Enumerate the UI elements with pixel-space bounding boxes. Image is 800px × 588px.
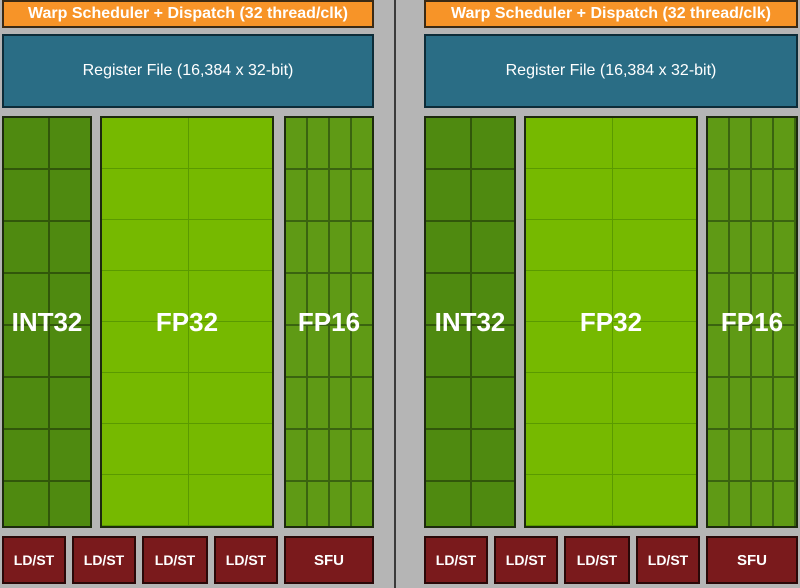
warp-scheduler-dispatch: Warp Scheduler + Dispatch (32 thread/clk… (424, 0, 798, 28)
sfu-unit: SFU (284, 536, 374, 584)
sfu-unit: SFU (706, 536, 798, 584)
fp16-label: FP16 (720, 306, 784, 337)
fp16-unit: FP16 (284, 116, 374, 528)
register-file: Register File (16,384 x 32-bit) (2, 34, 374, 108)
sm-partition-right: Warp Scheduler + Dispatch (32 thread/clk… (400, 0, 800, 588)
fp16-unit: FP16 (706, 116, 798, 528)
fp32-unit: FP32 (524, 116, 698, 528)
int32-label: INT32 (434, 306, 506, 337)
ldst-unit: LD/ST (494, 536, 558, 584)
int32-unit: INT32 (424, 116, 516, 528)
int32-label: INT32 (11, 306, 83, 337)
fp32-unit: FP32 (100, 116, 274, 528)
sm-partition-left: Warp Scheduler + Dispatch (32 thread/clk… (0, 0, 400, 588)
ldst-unit: LD/ST (72, 536, 136, 584)
register-file: Register File (16,384 x 32-bit) (424, 34, 798, 108)
ldst-unit: LD/ST (564, 536, 630, 584)
fp16-label: FP16 (297, 306, 361, 337)
ldst-unit: LD/ST (424, 536, 488, 584)
ldst-unit: LD/ST (214, 536, 278, 584)
warp-scheduler-dispatch: Warp Scheduler + Dispatch (32 thread/clk… (2, 0, 374, 28)
int32-unit: INT32 (2, 116, 92, 528)
ldst-unit: LD/ST (2, 536, 66, 584)
fp32-label: FP32 (155, 306, 219, 337)
ldst-unit: LD/ST (142, 536, 208, 584)
ldst-unit: LD/ST (636, 536, 700, 584)
fp32-label: FP32 (579, 306, 643, 337)
